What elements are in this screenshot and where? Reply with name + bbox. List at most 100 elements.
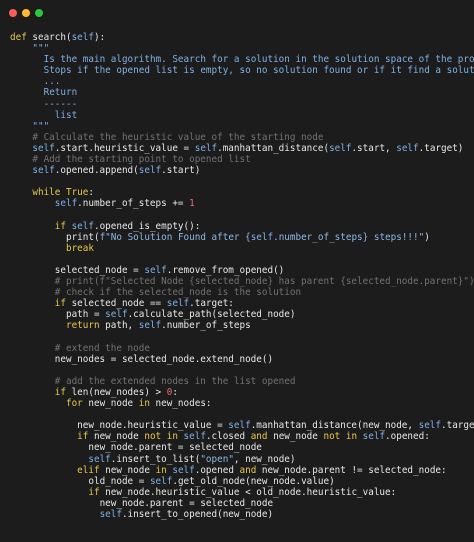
code-token: .insert_to_list(	[110, 453, 201, 465]
code-token: ------	[43, 98, 78, 110]
code-token: new_node.parent = selected_node	[99, 497, 274, 509]
code-token: self	[149, 475, 173, 487]
code-line: return path, self.number_of_steps	[10, 320, 474, 331]
code-token: "open"	[200, 453, 234, 465]
code-token: self	[166, 298, 190, 310]
code-line: """	[10, 43, 474, 54]
code-token: self	[418, 420, 441, 432]
code-token: .opened.append(	[54, 165, 139, 177]
code-line: path = self.calculate_path(selected_node…	[10, 309, 474, 320]
code-token: .insert_to_opened(new_node)	[121, 509, 274, 521]
code-token: list	[54, 109, 78, 121]
code-line: # Calculate the heuristic value of the s…	[10, 132, 474, 143]
code-token: 1	[189, 198, 195, 210]
code-line: if selected_node == self.target:	[10, 298, 474, 309]
code-token: len(new_nodes) >	[71, 387, 167, 398]
code-token: .start)	[161, 165, 201, 177]
code-token: .opened:	[385, 431, 430, 443]
code-token: self	[329, 142, 352, 154]
code-token: ...	[43, 76, 61, 88]
code-line: # add the extended nodes in the list ope…	[10, 376, 474, 387]
minimize-button[interactable]	[22, 9, 30, 17]
code-token: Return	[43, 87, 78, 99]
code-line: break	[10, 243, 474, 254]
code-token: .manhattan_distance(new_node,	[250, 420, 419, 432]
code-line: while True:	[10, 187, 474, 198]
code-token: in	[138, 398, 156, 410]
code-line: self.start.heuristic_value = self.manhat…	[10, 143, 474, 154]
code-token: self	[172, 464, 195, 476]
code-token: self	[138, 320, 162, 332]
code-token: .number_of_steps	[161, 320, 251, 332]
code-token: .number_of_steps} steps!!!"	[273, 231, 425, 243]
code-token: self	[250, 231, 274, 243]
code-line: Return	[10, 87, 474, 98]
code-line: for new_node in new_nodes:	[10, 398, 474, 409]
code-token: Is the main algorithm. Search for a solu…	[43, 54, 474, 66]
code-token: self	[71, 32, 94, 43]
code-token: not in	[323, 431, 363, 443]
code-token: .target)	[418, 142, 464, 154]
code-line: def search(self):	[10, 32, 474, 43]
code-token: new_node.parent != selected_node:	[261, 464, 447, 476]
code-line: new_node.parent = selected_node	[10, 442, 474, 453]
code-token: .remove_from_opened()	[166, 264, 285, 276]
code-token: return	[65, 320, 106, 332]
code-line: self.insert_to_opened(new_node)	[10, 509, 474, 520]
code-line: # Add the starting point to opened list	[10, 154, 474, 165]
code-token: self	[228, 420, 251, 432]
code-line: self.number_of_steps += 1	[10, 198, 474, 209]
code-line: # print(f"Selected Node {selected_node} …	[10, 276, 474, 287]
code-window: def search(self): """ Is the main algori…	[0, 0, 474, 542]
code-token: :	[172, 387, 178, 398]
code-line: # check if the selected_node is the solu…	[10, 287, 474, 298]
code-token: self	[194, 142, 218, 154]
code-line: if new_node not in self.closed and new_n…	[10, 431, 474, 442]
code-token: selected_node =	[54, 264, 145, 276]
code-token: new_node.heuristic_value < old_node.heur…	[105, 486, 397, 498]
code-line: selected_node = self.remove_from_opened(…	[10, 265, 474, 276]
code-token: self	[138, 165, 162, 177]
code-token: in	[155, 464, 173, 476]
code-token: , new_node)	[233, 453, 296, 465]
code-token: new_node	[105, 464, 156, 476]
code-line: ------	[10, 99, 474, 110]
code-line: self.insert_to_list("open", new_node)	[10, 454, 474, 465]
code-line: if len(new_nodes) > 0:	[10, 387, 474, 398]
code-token: new_nodes:	[155, 398, 212, 410]
code-token: .get_old_node(new_node.value)	[172, 475, 335, 487]
code-line: old_node = self.get_old_node(new_node.va…	[10, 476, 474, 487]
code-token: # check if the selected_node is the solu…	[54, 287, 302, 299]
close-button[interactable]	[9, 9, 17, 17]
code-token: .number_of_steps +=	[77, 198, 190, 210]
maximize-button[interactable]	[35, 9, 43, 17]
